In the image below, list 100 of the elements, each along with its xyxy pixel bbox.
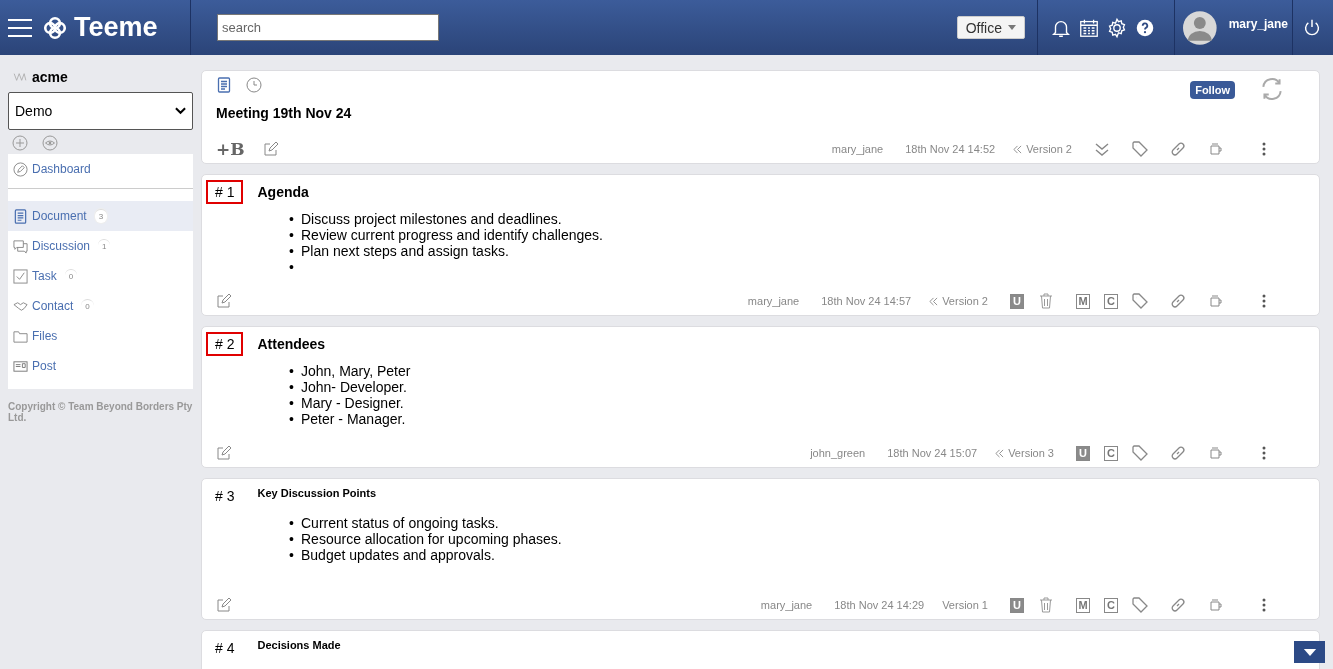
double-chevron-icon xyxy=(995,448,1005,458)
sidebar-item[interactable]: Task 0 xyxy=(8,261,193,291)
document-title: Meeting 19th Nov 24 xyxy=(216,105,353,121)
sidebar-item[interactable]: Post xyxy=(8,351,193,381)
link-icon[interactable] xyxy=(1170,141,1186,157)
bullet-text: Plan next steps and assign tasks. xyxy=(301,243,509,259)
link-icon[interactable] xyxy=(1170,597,1186,613)
org-icon xyxy=(13,72,27,82)
workspace-dropdown[interactable]: Office xyxy=(956,16,1025,39)
timestamp: 18th Nov 24 14:57 xyxy=(821,295,912,307)
section-title: Agenda xyxy=(257,184,309,200)
sidebar-item[interactable]: Files xyxy=(8,321,193,351)
link-icon[interactable] xyxy=(1170,293,1186,309)
refresh-icon[interactable] xyxy=(1259,76,1285,102)
edit-icon[interactable] xyxy=(216,445,232,461)
bullet-text: John, Mary, Peter xyxy=(301,363,411,379)
cup-icon[interactable] xyxy=(1208,445,1224,461)
brand-name: Teeme xyxy=(74,12,158,43)
tag-icon[interactable] xyxy=(1132,141,1148,157)
letter-button[interactable]: C xyxy=(1104,445,1118,461)
letter-button[interactable]: U xyxy=(1010,293,1024,309)
bullet-marker: • xyxy=(289,531,295,547)
logo-icon xyxy=(42,14,68,41)
collapse-icon[interactable] xyxy=(1094,141,1110,157)
scroll-down-button[interactable] xyxy=(1294,641,1325,663)
cup-icon[interactable] xyxy=(1208,141,1224,157)
section-number: # 4 xyxy=(214,639,236,658)
author-name: mary_jane xyxy=(760,599,813,611)
cup-icon[interactable] xyxy=(1208,597,1224,613)
user-name[interactable]: mary_jane xyxy=(1228,16,1288,31)
bullet-marker: • xyxy=(289,547,295,563)
chat-icon xyxy=(13,238,28,254)
bullet-text: Peter - Manager. xyxy=(301,411,406,427)
copyright-text: Copyright © Team Beyond Borders Pty Ltd. xyxy=(8,401,193,423)
double-chevron-icon xyxy=(1013,144,1023,154)
section-number: # 2 xyxy=(206,332,244,356)
trash-icon[interactable] xyxy=(1038,597,1054,613)
section-number: # 1 xyxy=(206,180,244,204)
timestamp: 18th Nov 24 14:52 xyxy=(905,143,996,155)
bullet-marker: • xyxy=(289,211,295,227)
bullet-marker: • xyxy=(289,379,295,395)
document-icon[interactable] xyxy=(216,77,232,93)
organization-name: acme xyxy=(32,69,68,85)
letter-button[interactable]: C xyxy=(1104,597,1118,613)
letter-button[interactable]: M xyxy=(1076,597,1090,613)
edit-icon[interactable] xyxy=(262,141,279,157)
tag-icon[interactable] xyxy=(1132,445,1148,461)
count-badge: 3 xyxy=(94,209,108,223)
link-icon[interactable] xyxy=(1170,445,1186,461)
sidebar-item[interactable]: Dashboard xyxy=(8,154,193,184)
add-block-button[interactable]: +B xyxy=(216,139,245,159)
triangle-icon xyxy=(1302,647,1317,657)
author-name: mary_jane xyxy=(831,143,884,155)
section-number: # 3 xyxy=(214,487,236,506)
bullet-marker: • xyxy=(289,395,295,411)
view-icon[interactable] xyxy=(42,135,58,151)
double-chevron-icon xyxy=(929,296,939,306)
letter-button[interactable]: C xyxy=(1104,293,1118,309)
settings-icon[interactable] xyxy=(1106,16,1128,39)
tag-icon[interactable] xyxy=(1132,597,1148,613)
letter-button[interactable]: M xyxy=(1076,293,1090,309)
project-select[interactable]: Demo xyxy=(8,92,193,130)
author-name: mary_jane xyxy=(747,295,800,307)
checkbox-icon xyxy=(13,268,28,284)
add-icon[interactable] xyxy=(12,135,28,151)
edit-icon[interactable] xyxy=(216,293,232,309)
section-title: Key Discussion Points xyxy=(257,487,377,499)
bullet-text: John- Developer. xyxy=(301,379,407,395)
author-name: john_green xyxy=(810,447,866,459)
follow-button[interactable]: Follow xyxy=(1190,81,1235,99)
document-icon xyxy=(13,208,28,224)
bullet-marker: • xyxy=(289,411,295,427)
bullet-text: Budget updates and approvals. xyxy=(301,547,495,563)
pencil-icon xyxy=(13,161,28,177)
search-field[interactable]: search xyxy=(217,14,439,41)
cup-icon[interactable] xyxy=(1208,293,1224,309)
tag-icon[interactable] xyxy=(1132,293,1148,309)
timestamp: 18th Nov 24 15:07 xyxy=(887,447,978,459)
version-link[interactable]: Version 3 xyxy=(995,447,1054,459)
clock-icon[interactable] xyxy=(246,77,262,93)
menu-icon[interactable] xyxy=(8,17,32,38)
version-link[interactable]: Version 1 xyxy=(942,599,988,611)
folder-icon xyxy=(13,328,28,344)
section-title: Decisions Made xyxy=(257,639,341,651)
bullet-text: Discuss project milestones and deadlines. xyxy=(301,211,562,227)
edit-icon[interactable] xyxy=(216,597,232,613)
sidebar-item[interactable]: Discussion 1 xyxy=(8,231,193,261)
trash-icon[interactable] xyxy=(1038,293,1054,309)
sidebar-item[interactable]: Document 3 xyxy=(8,201,193,231)
letter-button[interactable]: U xyxy=(1076,445,1090,461)
avatar-icon[interactable] xyxy=(1183,10,1217,45)
version-link[interactable]: Version 2 xyxy=(1013,143,1072,155)
timestamp: 18th Nov 24 14:29 xyxy=(834,599,925,611)
sidebar-item[interactable]: Contact 0 xyxy=(8,291,193,321)
bullet-text: Current status of ongoing tasks. xyxy=(301,515,499,531)
version-link[interactable]: Version 2 xyxy=(929,295,988,307)
letter-button[interactable]: U xyxy=(1010,597,1024,613)
bullet-text: Resource allocation for upcoming phases. xyxy=(301,531,562,547)
bullet-marker: • xyxy=(289,515,295,531)
bullet-text: Mary - Designer. xyxy=(301,395,404,411)
